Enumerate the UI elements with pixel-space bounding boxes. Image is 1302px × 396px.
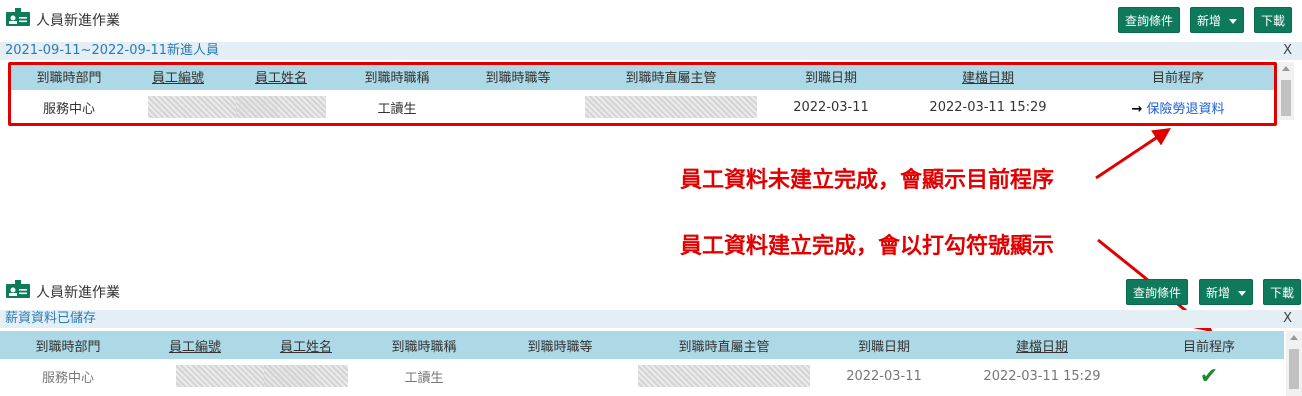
cell-current-process: ✔ (1134, 359, 1284, 393)
info-bar: 薪資資料已儲存 X (0, 310, 1302, 328)
cell-employee-id (136, 359, 316, 393)
annotation-complete: 員工資料建立完成，會以打勾符號顯示 (680, 233, 1055, 259)
cell-supervisor (630, 359, 818, 393)
cell-employee-name (254, 359, 358, 393)
col-department: 到職時部門 (0, 331, 136, 359)
scrollbar-thumb[interactable] (1289, 349, 1299, 389)
redacted-block (638, 365, 810, 387)
checkmark-icon: ✔ (1199, 363, 1219, 389)
cell-job-grade (490, 359, 630, 393)
close-icon[interactable]: X (1283, 310, 1292, 328)
info-text: 2021-09-11~2022-09-11新進人員 (5, 43, 219, 58)
redacted-block (264, 365, 348, 387)
table-header-row: 到職時部門 員工編號 員工姓名 到職時職稱 到職時職等 到職時直屬主管 到職日期… (0, 331, 1284, 359)
cell-job-title: 工讀生 (358, 359, 490, 393)
info-text: 薪資資料已儲存 (5, 311, 97, 326)
scroll-up-icon[interactable] (1282, 66, 1290, 71)
add-button[interactable]: 新增 (1199, 279, 1254, 305)
panel-header: 人員新進作業 查詢條件 新增 下載 (0, 272, 1302, 305)
id-card-icon (6, 280, 30, 298)
add-button-label: 新增 (1197, 14, 1222, 28)
add-button[interactable]: 新增 (1190, 7, 1245, 33)
col-employee-id[interactable]: 員工編號 (136, 331, 254, 359)
scrollbar[interactable] (1278, 62, 1294, 120)
panel-header: 人員新進作業 查詢條件 新增 下載 (0, 0, 1302, 33)
info-bar: 2021-09-11~2022-09-11新進人員 X (0, 42, 1302, 60)
download-button[interactable]: 下載 (1254, 7, 1293, 33)
personnel-table: 到職時部門 員工編號 員工姓名 到職時職稱 到職時職等 到職時直屬主管 到職日期… (0, 331, 1284, 393)
chevron-down-icon (1238, 291, 1247, 296)
col-start-date: 到職日期 (818, 331, 950, 359)
page-title: 人員新進作業 (36, 285, 120, 301)
col-created-date[interactable]: 建檔日期 (950, 331, 1134, 359)
add-button-label: 新增 (1206, 286, 1231, 300)
table-row[interactable]: 服務中心 工讀生 2022-03-11 2022-03-11 15:29 ✔ (0, 359, 1284, 393)
col-job-title: 到職時職稱 (358, 331, 490, 359)
col-employee-name[interactable]: 員工姓名 (254, 331, 358, 359)
page-title: 人員新進作業 (36, 13, 120, 29)
col-supervisor: 到職時直屬主管 (630, 331, 818, 359)
annotation-incomplete: 員工資料未建立完成，會顯示目前程序 (680, 167, 1055, 193)
scrollbar-thumb[interactable] (1281, 80, 1291, 116)
scrollbar[interactable] (1286, 331, 1302, 396)
id-card-icon (6, 8, 30, 26)
highlight-frame (8, 62, 1277, 126)
cell-start-date: 2022-03-11 (818, 359, 950, 393)
chevron-down-icon (1229, 19, 1238, 24)
col-job-grade: 到職時職等 (490, 331, 630, 359)
query-conditions-button[interactable]: 查詢條件 (1118, 7, 1181, 33)
query-conditions-button[interactable]: 查詢條件 (1126, 279, 1189, 305)
download-button[interactable]: 下載 (1263, 279, 1302, 305)
cell-department: 服務中心 (0, 359, 136, 393)
scroll-up-icon[interactable] (1290, 335, 1298, 340)
arrow-to-process (1095, 128, 1171, 180)
close-icon[interactable]: X (1283, 42, 1292, 60)
col-current-process: 目前程序 (1134, 331, 1284, 359)
cell-created-date: 2022-03-11 15:29 (950, 359, 1134, 393)
